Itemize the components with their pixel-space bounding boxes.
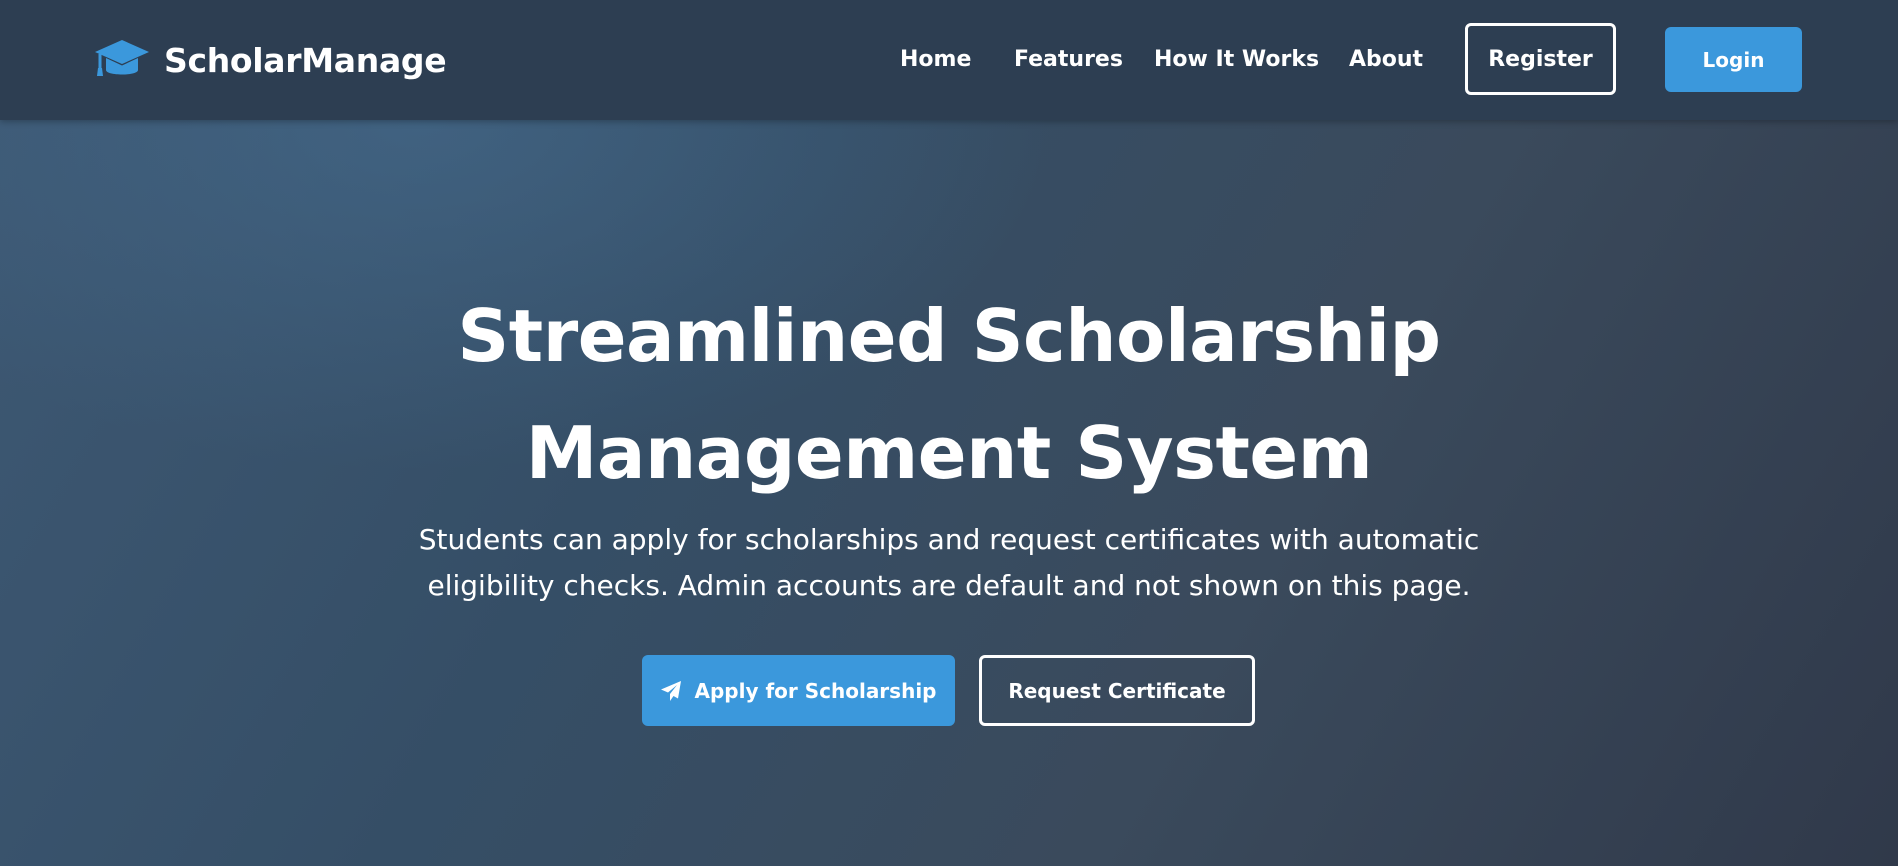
paper-plane-icon [660, 680, 682, 702]
hero-title: Streamlined Scholarship Management Syste… [457, 294, 1441, 495]
hero-subtitle: Students can apply for scholarships and … [418, 523, 1480, 602]
nav-link-how-it-works[interactable]: How It Works [1154, 38, 1319, 82]
apply-scholarship-button[interactable]: Apply for Scholarship [642, 655, 955, 726]
nav-link-home[interactable]: Home [900, 38, 971, 82]
register-button[interactable]: Register [1465, 23, 1616, 95]
hero-section: Streamlined Scholarship Management Syste… [0, 120, 1898, 866]
nav-link-features[interactable]: Features [1014, 38, 1123, 82]
graduation-cap-icon [94, 38, 150, 82]
top-navbar: ScholarManage Home Features How It Works… [0, 0, 1898, 120]
nav-link-about[interactable]: About [1349, 38, 1423, 82]
request-certificate-button[interactable]: Request Certificate [979, 655, 1255, 726]
brand-logo[interactable]: ScholarManage [94, 36, 447, 84]
apply-scholarship-label: Apply for Scholarship [694, 678, 937, 703]
brand-name: ScholarManage [164, 40, 447, 80]
login-button[interactable]: Login [1665, 27, 1802, 92]
